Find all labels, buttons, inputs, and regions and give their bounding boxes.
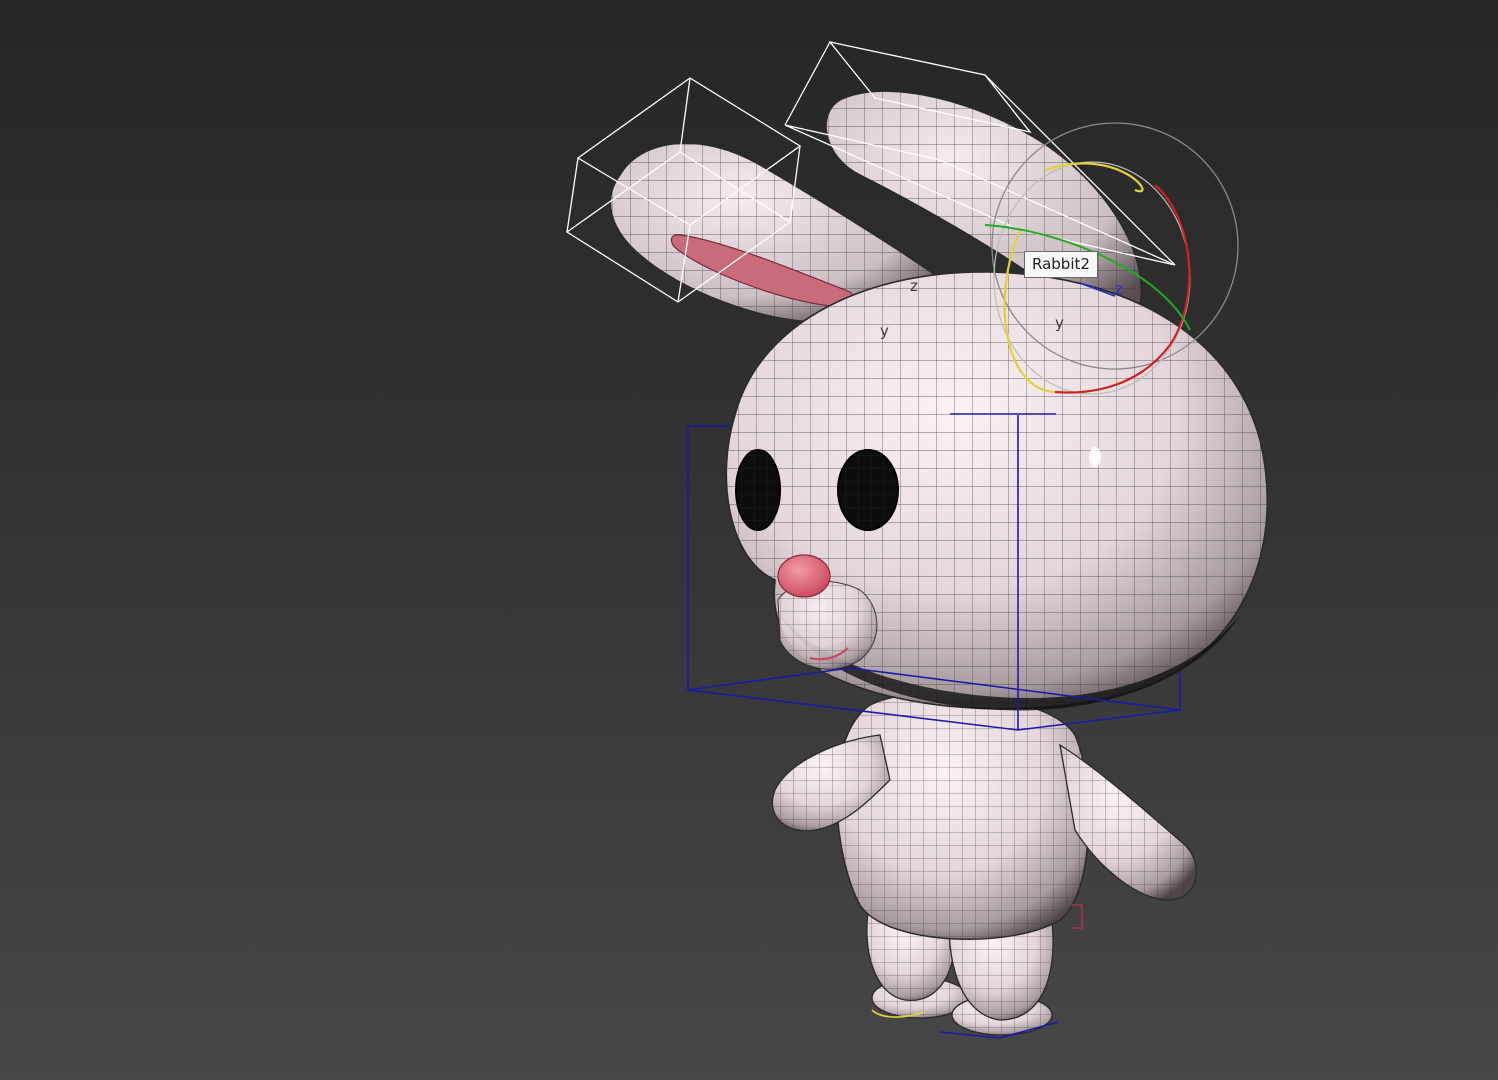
left-eye [735,449,781,531]
svg-text:y: y [1055,314,1064,332]
nose [777,554,831,598]
3d-viewport[interactable]: z y z y Rabbit2 [0,0,1498,1080]
viewport-scene[interactable]: z y z y [0,0,1498,1080]
svg-text:y: y [880,322,889,340]
right-eye [837,449,899,531]
svg-text:z: z [910,277,918,295]
body-mesh[interactable] [836,692,1090,941]
head-highlight [1089,447,1101,467]
svg-text:z: z [1115,280,1123,298]
object-name-tooltip: Rabbit2 [1024,251,1098,278]
